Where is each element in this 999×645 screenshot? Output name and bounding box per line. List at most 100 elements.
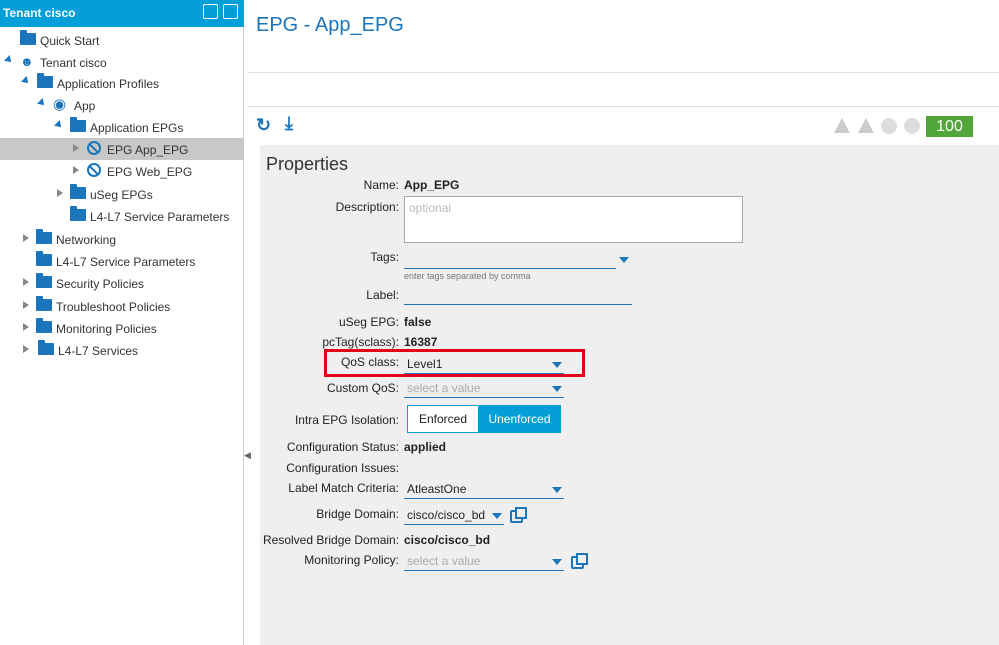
folder-icon [36,251,52,266]
expanded-arrow-icon[interactable] [4,55,14,65]
properties-title: Properties [266,154,349,174]
description-label: Description: [335,200,399,214]
sidebar-item-security-policies[interactable]: Security Policies [0,272,244,294]
app-profile-icon: ◉ [53,96,67,113]
collapsed-arrow-icon[interactable] [73,166,79,174]
sidebar-item-label: L4-L7 Service Parameters [90,210,230,224]
custom-qos-dropdown-icon[interactable] [552,386,562,392]
collapsed-arrow-icon[interactable] [23,278,29,286]
bridge-domain-dropdown-icon[interactable] [492,513,502,519]
sidebar-item-monitoring-policies[interactable]: Monitoring Policies [0,317,244,339]
sidebar-item-application-epgs[interactable]: Application EPGs [0,116,244,138]
epg-icon [87,163,101,177]
sidebar-item-l4l7-params[interactable]: L4-L7 Service Parameters [0,250,244,272]
sidebar-item-label: Tenant cisco [40,56,107,70]
custom-qos-label: Custom QoS: [326,381,399,395]
label-match-select[interactable] [404,498,564,499]
monitoring-policy-select[interactable] [404,570,564,571]
expanded-arrow-icon[interactable] [21,76,31,86]
sidebar-item-label: Networking [56,233,117,247]
folder-icon [37,73,53,88]
sidebar-item-app-l4l7-params[interactable]: L4-L7 Service Parameters [0,205,244,227]
useg-label: uSeg EPG: [338,315,399,329]
tags-dropdown-icon[interactable] [619,257,629,263]
sidebar-item-label: Application EPGs [90,121,184,135]
bridge-domain-label: Bridge Domain: [316,507,399,521]
folder-icon [70,184,86,199]
sidebar-item-networking[interactable]: Networking [0,228,244,250]
tree-options-icon[interactable] [203,4,218,19]
bridge-domain-value[interactable]: cisco/cisco_bd [407,508,485,522]
useg-value: false [404,315,432,329]
epg-icon [87,141,101,155]
config-status-label: Configuration Status: [286,440,399,454]
collapsed-arrow-icon[interactable] [23,323,29,331]
expanded-arrow-icon[interactable] [37,98,47,108]
sidebar-item-label: App [74,99,96,113]
monitoring-policy-placeholder[interactable]: select a value [407,554,480,568]
label-input[interactable] [404,304,632,305]
refresh-tree-icon[interactable] [223,4,238,19]
bridge-domain-select[interactable] [404,524,504,525]
divider [248,72,999,73]
open-external-icon[interactable] [571,553,588,569]
sidebar-item-label: EPG Web_EPG [107,165,193,179]
sidebar-item-l4l7-services[interactable]: L4-L7 Services [0,339,244,361]
label-match-value[interactable]: AtleastOne [407,482,466,496]
sidebar-item-tenant[interactable]: ☻ Tenant cisco [0,51,244,73]
sidebar-item-application-profiles[interactable]: Application Profiles [0,72,244,94]
name-value: App_EPG [404,178,460,192]
sidebar-item-quick-start[interactable]: Quick Start [0,29,244,51]
monitoring-dropdown-icon[interactable] [552,559,562,565]
sidebar-item-app[interactable]: ◉ App [0,94,244,116]
sidebar-item-label: Troubleshoot Policies [56,300,171,314]
tags-input[interactable] [404,268,616,269]
refresh-icon[interactable]: ↻ [256,115,271,136]
resolved-bd-value: cisco/cisco_bd [404,533,491,547]
divider [248,106,999,107]
sidebar-item-label: L4-L7 Services [58,344,139,358]
collapsed-arrow-icon[interactable] [23,301,29,309]
collapsed-arrow-icon[interactable] [73,144,79,152]
sidebar-item-label: Application Profiles [57,77,160,91]
collapsed-arrow-icon[interactable] [23,234,29,242]
isolation-enforced-option[interactable]: Enforced [408,406,478,432]
monitoring-policy-label: Monitoring Policy: [304,553,399,567]
name-label: Name: [363,178,399,192]
folder-icon [36,296,52,311]
custom-qos-select[interactable] [404,397,564,398]
pctag-label: pcTag(sclass): [322,335,399,349]
folder-icon [70,206,86,221]
resolved-bd-label: Resolved Bridge Domain: [263,533,400,547]
label-match-dropdown-icon[interactable] [552,487,562,493]
isolation-unenforced-option[interactable]: Unenforced [478,406,561,432]
description-input[interactable]: optional [404,196,743,243]
sidebar-item-label: L4-L7 Service Parameters [56,255,196,269]
major-fault-icon [858,118,874,133]
isolation-label: Intra EPG Isolation: [294,413,399,427]
tree-header: Tenant cisco [0,0,244,27]
sidebar-item-label: Monitoring Policies [56,322,157,336]
folder-icon [36,318,52,333]
sidebar-item-epg-app[interactable]: EPG App_EPG [0,138,244,160]
download-icon[interactable]: ⤓ [285,113,293,134]
collapsed-arrow-icon[interactable] [57,189,63,197]
pctag-value: 16387 [404,335,438,349]
open-external-icon[interactable] [510,507,527,523]
label-match-label: Label Match Criteria: [288,481,399,495]
sidebar-item-useg-epgs[interactable]: uSeg EPGs [0,183,244,205]
tree-title: Tenant cisco [3,6,76,20]
critical-fault-icon [834,118,850,133]
health-score-badge: 100 [926,116,973,137]
sidebar-item-troubleshoot-policies[interactable]: Troubleshoot Policies [0,295,244,317]
sidebar-item-epg-web[interactable]: EPG Web_EPG [0,160,244,182]
panel-collapse-handle[interactable]: ◀ [244,450,251,470]
config-status-value: applied [404,440,447,454]
expanded-arrow-icon[interactable] [54,120,64,130]
isolation-toggle[interactable]: Enforced Unenforced [407,405,561,433]
sidebar-item-label: Security Policies [56,277,145,291]
collapsed-arrow-icon[interactable] [23,345,29,353]
folder-icon [20,30,36,45]
tags-label: Tags: [370,250,399,264]
custom-qos-placeholder[interactable]: select a value [407,381,480,395]
